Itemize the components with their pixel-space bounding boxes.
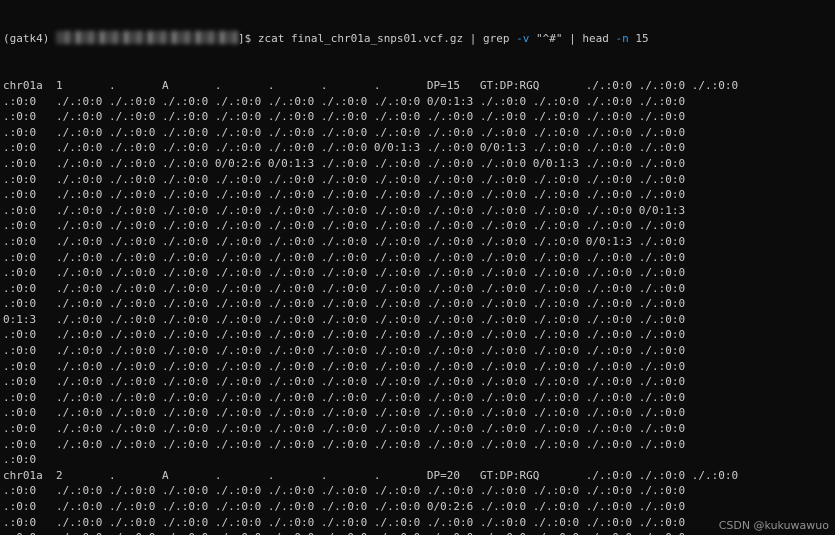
output-line: .:0:0 — [3, 453, 37, 467]
output-line: .:0:0 ./.:0:0 ./.:0:0 ./.:0:0 ./.:0:0 ./… — [3, 484, 686, 498]
output-line: .:0:0 ./.:0:0 ./.:0:0 ./.:0:0 ./.:0:0 ./… — [3, 110, 686, 124]
terminal-output: chr01a 1 . A . . . . DP=15 GT:DP:RGQ ./.… — [3, 78, 835, 535]
head-option-n: -n — [615, 32, 629, 46]
output-line: .:0:0 ./.:0:0 ./.:0:0 ./.:0:0 ./.:0:0 ./… — [3, 141, 686, 155]
conda-env-label: (gatk4) — [3, 32, 56, 46]
output-line: .:0:0 ./.:0:0 ./.:0:0 ./.:0:0 ./.:0:0 ./… — [3, 281, 686, 295]
output-line: .:0:0 ./.:0:0 ./.:0:0 ./.:0:0 ./.:0:0 ./… — [3, 530, 835, 535]
csdn-watermark: CSDN @kukuwawuo — [718, 519, 829, 532]
grep-pattern: "^#" — [529, 32, 570, 46]
output-line: .:0:0 ./.:0:0 ./.:0:0 ./.:0:0 0/0:2:6 0/… — [3, 156, 686, 170]
output-line: .:0:0 ./.:0:0 ./.:0:0 ./.:0:0 ./.:0:0 ./… — [3, 172, 686, 186]
output-line: .:0:0 ./.:0:0 ./.:0:0 ./.:0:0 ./.:0:0 ./… — [3, 94, 686, 108]
head-count: 15 — [628, 32, 649, 46]
output-line: .:0:0 ./.:0:0 ./.:0:0 ./.:0:0 ./.:0:0 ./… — [3, 422, 686, 436]
output-line: .:0:0 ./.:0:0 ./.:0:0 ./.:0:0 ./.:0:0 ./… — [3, 203, 686, 217]
output-line: .:0:0 ./.:0:0 ./.:0:0 ./.:0:0 ./.:0:0 ./… — [3, 250, 686, 264]
output-line: .:0:0 ./.:0:0 ./.:0:0 ./.:0:0 ./.:0:0 ./… — [3, 515, 686, 529]
redacted-user-host — [55, 31, 238, 45]
output-line: .:0:0 ./.:0:0 ./.:0:0 ./.:0:0 ./.:0:0 ./… — [3, 437, 686, 451]
pipe-head-text: | head — [569, 32, 616, 46]
output-line: 0:1:3 ./.:0:0 ./.:0:0 ./.:0:0 ./.:0:0 ./… — [3, 312, 686, 326]
output-line: .:0:0 ./.:0:0 ./.:0:0 ./.:0:0 ./.:0:0 ./… — [3, 297, 686, 311]
command-text: zcat final_chr01a_snps01.vcf.gz | grep — [257, 32, 517, 46]
output-line: .:0:0 ./.:0:0 ./.:0:0 ./.:0:0 ./.:0:0 ./… — [3, 344, 686, 358]
output-line: chr01a 2 . A . . . . DP=20 GT:DP:RGQ ./.… — [3, 468, 739, 482]
output-line: chr01a 1 . A . . . . DP=15 GT:DP:RGQ ./.… — [3, 78, 739, 92]
prompt-suffix: ]$ — [237, 32, 258, 46]
output-line: .:0:0 ./.:0:0 ./.:0:0 ./.:0:0 ./.:0:0 ./… — [3, 500, 686, 513]
output-line: .:0:0 ./.:0:0 ./.:0:0 ./.:0:0 ./.:0:0 ./… — [3, 266, 686, 280]
output-line: .:0:0 ./.:0:0 ./.:0:0 ./.:0:0 ./.:0:0 ./… — [3, 390, 686, 404]
output-line: .:0:0 ./.:0:0 ./.:0:0 ./.:0:0 ./.:0:0 ./… — [3, 188, 686, 202]
output-line: .:0:0 ./.:0:0 ./.:0:0 ./.:0:0 ./.:0:0 ./… — [3, 406, 686, 420]
command-prompt-line: (gatk4) ]$ zcat final_chr01a_snps01.vcf.… — [3, 31, 835, 47]
output-line: .:0:0 ./.:0:0 ./.:0:0 ./.:0:0 ./.:0:0 ./… — [3, 375, 686, 389]
output-line: .:0:0 ./.:0:0 ./.:0:0 ./.:0:0 ./.:0:0 ./… — [3, 359, 686, 373]
output-line: .:0:0 ./.:0:0 ./.:0:0 ./.:0:0 ./.:0:0 ./… — [3, 328, 686, 342]
terminal-window[interactable]: (gatk4) ]$ zcat final_chr01a_snps01.vcf.… — [0, 0, 835, 535]
grep-option-v: -v — [516, 32, 530, 46]
output-line: .:0:0 ./.:0:0 ./.:0:0 ./.:0:0 ./.:0:0 ./… — [3, 219, 686, 233]
output-line: .:0:0 ./.:0:0 ./.:0:0 ./.:0:0 ./.:0:0 ./… — [3, 234, 686, 248]
output-line: .:0:0 ./.:0:0 ./.:0:0 ./.:0:0 ./.:0:0 ./… — [3, 125, 686, 139]
